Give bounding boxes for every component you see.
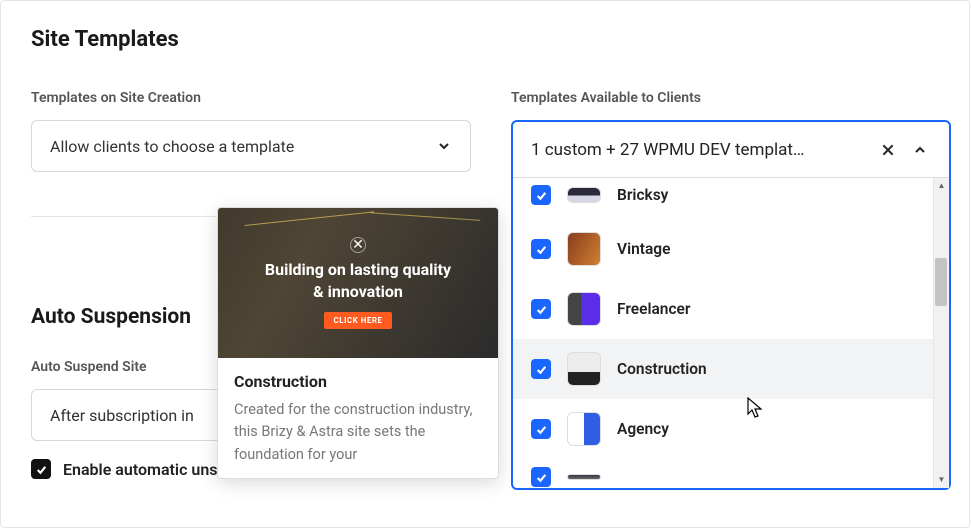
page-title: Site Templates: [31, 27, 939, 52]
checkbox-checked-icon[interactable]: [31, 459, 51, 479]
template-option[interactable]: Vintage: [513, 219, 949, 279]
template-name: Bricksy: [617, 186, 668, 204]
template-option[interactable]: Bricksy: [513, 178, 949, 219]
tooltip-body: Construction Created for the constructio…: [218, 358, 498, 478]
settings-panel: Site Templates Templates on Site Creatio…: [0, 0, 970, 528]
checkbox-checked-icon[interactable]: [531, 185, 551, 205]
chevron-down-icon: [436, 138, 452, 154]
template-option[interactable]: Agency: [513, 399, 949, 459]
scroll-down-arrow-icon[interactable]: ▼: [938, 474, 946, 486]
template-preview-tooltip: ✕ Building on lasting quality & innovati…: [217, 207, 499, 479]
checkbox-checked-icon[interactable]: [531, 419, 551, 439]
tooltip-hero: ✕ Building on lasting quality & innovati…: [218, 208, 498, 358]
scrollbar-thumb[interactable]: [935, 258, 947, 306]
scrollbar-track[interactable]: ▲ ▼: [933, 178, 949, 488]
template-thumbnail: [567, 352, 601, 386]
checkbox-checked-icon[interactable]: [531, 359, 551, 379]
chevron-up-icon[interactable]: [909, 139, 931, 161]
template-name: Vintage: [617, 240, 670, 258]
right-column: Templates Available to Clients 1 custom …: [511, 90, 951, 490]
template-option[interactable]: Construction: [513, 339, 949, 399]
clear-icon[interactable]: [877, 139, 899, 161]
templates-dropdown-list[interactable]: Bricksy Vintage Freelancer Construction Agen…: [513, 178, 949, 488]
template-option[interactable]: Freelancer: [513, 279, 949, 339]
creation-select[interactable]: Allow clients to choose a template: [31, 120, 471, 172]
template-thumbnail: [567, 474, 601, 480]
creation-select-value: Allow clients to choose a template: [50, 137, 294, 156]
tooltip-description: Created for the construction industry, t…: [234, 399, 482, 466]
tooltip-title: Construction: [234, 372, 482, 391]
creation-label: Templates on Site Creation: [31, 90, 471, 106]
multiselect-summary: 1 custom + 27 WPMU DEV templat…: [531, 140, 867, 160]
checkbox-checked-icon[interactable]: [531, 239, 551, 259]
template-name: Freelancer: [617, 300, 690, 318]
templates-multiselect[interactable]: 1 custom + 27 WPMU DEV templat… Bricksy V…: [511, 120, 951, 490]
auto-suspend-value: After subscription in: [50, 406, 194, 425]
checkbox-checked-icon[interactable]: [531, 299, 551, 319]
tooltip-hero-cta: CLICK HERE: [324, 312, 393, 329]
template-thumbnail: [567, 232, 601, 266]
template-option[interactable]: [513, 459, 949, 487]
template-thumbnail: [567, 412, 601, 446]
template-name: Agency: [617, 420, 669, 438]
template-name: Construction: [617, 360, 707, 378]
checkbox-checked-icon[interactable]: [531, 467, 551, 487]
template-thumbnail: [567, 187, 601, 203]
scroll-up-arrow-icon[interactable]: ▲: [938, 180, 946, 192]
available-label: Templates Available to Clients: [511, 90, 951, 106]
tooltip-hero-headline: Building on lasting quality & innovation: [263, 259, 453, 302]
multiselect-header[interactable]: 1 custom + 27 WPMU DEV templat…: [513, 122, 949, 178]
template-thumbnail: [567, 292, 601, 326]
